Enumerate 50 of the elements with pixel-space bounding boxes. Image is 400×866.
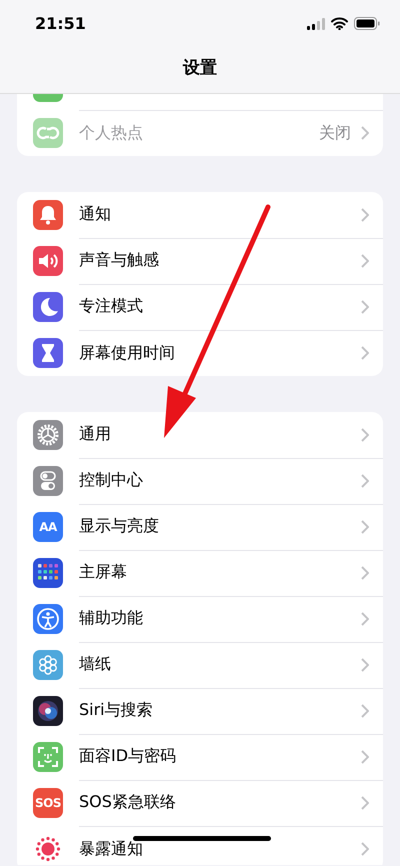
settings-row[interactable]: 墙纸 (17, 642, 383, 688)
settings-row[interactable]: Siri与搜索 (17, 688, 383, 734)
row-label: 显示与亮度 (79, 516, 160, 537)
settings-row[interactable]: 声音与触感 (17, 238, 383, 284)
settings-row[interactable]: 屏幕使用时间 (17, 330, 383, 376)
battery-icon (354, 17, 380, 30)
chevron-icon (361, 658, 369, 672)
page-title: 设置 (182, 57, 218, 79)
chevron-icon (361, 126, 369, 140)
chevron-icon (361, 474, 369, 488)
row-value: 关闭 (319, 122, 351, 144)
chevron-icon (361, 796, 369, 810)
chevron-icon (361, 428, 369, 442)
chevron-icon (361, 520, 369, 534)
settings-row[interactable]: 辅助功能 (17, 596, 383, 642)
row-label: 墙纸 (79, 654, 112, 675)
settings-row[interactable]: 通知 (17, 192, 383, 238)
chevron-icon (361, 612, 369, 626)
chevron-icon (361, 208, 369, 222)
chevron-icon (361, 704, 369, 718)
row-label: SOS紧急联络 (79, 792, 177, 813)
row-label: 通用 (79, 424, 112, 445)
settings-row[interactable]: 面容ID与密码 (17, 734, 383, 780)
row-label: 声音与触感 (79, 250, 160, 271)
chevron-icon (361, 750, 369, 764)
chevron-icon (361, 254, 369, 268)
settings-row[interactable]: 主屏幕 (17, 550, 383, 596)
chevron-icon (361, 566, 369, 580)
chevron-icon (361, 300, 369, 314)
row-label: 暴露通知 (79, 838, 144, 860)
text-icon: SOS (33, 788, 63, 818)
settings-row[interactable]: AA 显示与亮度 (17, 504, 383, 550)
signal-icon (307, 18, 325, 30)
settings-row[interactable]: SOS SOS紧急联络 (17, 780, 383, 826)
row-label: 个人热点 (79, 122, 144, 144)
row-label: 专注模式 (79, 296, 144, 317)
chevron-icon (361, 346, 369, 360)
settings-row[interactable]: 控制中心 (17, 458, 383, 504)
wifi-icon (331, 17, 348, 30)
status-time: 21:51 (35, 14, 86, 33)
row-label: 辅助功能 (79, 608, 144, 629)
row-label: 面容ID与密码 (79, 746, 178, 767)
row-label: Siri与搜索 (79, 700, 154, 721)
row-label: 主屏幕 (79, 562, 128, 583)
chevron-icon (361, 842, 369, 856)
row-label: 控制中心 (79, 470, 144, 491)
settings-row[interactable]: 专注模式 (17, 284, 383, 330)
row-label: 通知 (79, 204, 112, 225)
row-label: 屏幕使用时间 (79, 342, 176, 364)
text-icon: AA (33, 512, 63, 542)
